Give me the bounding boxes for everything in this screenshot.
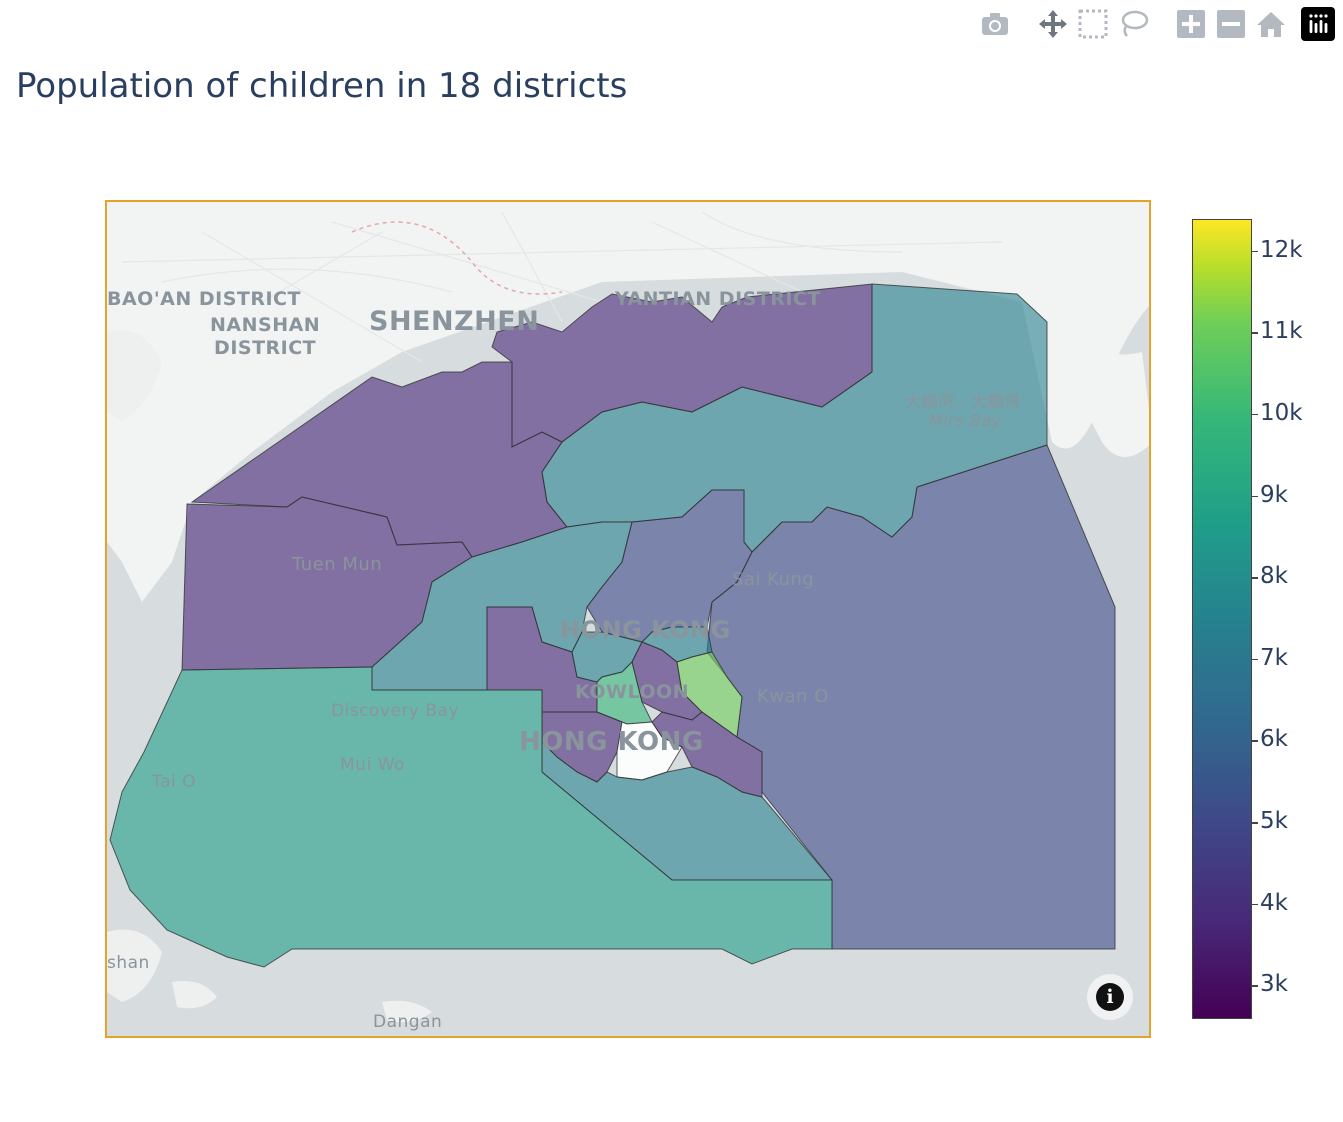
label-mirs-cn: 大鵬湾 · 大鵬灣: [905, 392, 1021, 411]
label-sai-kung: Sai Kung: [732, 569, 815, 590]
home-icon[interactable]: [1251, 6, 1291, 42]
colorbar-tick-mark: [1252, 658, 1258, 661]
label-hong-kong-1: HONG KONG: [560, 616, 731, 644]
colorbar-tick-label: 11k: [1260, 318, 1303, 345]
info-icon: i: [1096, 983, 1124, 1011]
colorbar-tick-label: 6k: [1260, 726, 1288, 753]
chart-title: Population of children in 18 districts: [16, 66, 628, 106]
colorbar-tick-mark: [1252, 985, 1258, 987]
modebar-group-zoom: [1171, 6, 1291, 42]
colorbar-tick-mark: [1252, 822, 1258, 824]
plotly-logo-icon[interactable]: [1301, 7, 1335, 41]
map-frame[interactable]: BAO'AN DISTRICT NANSHAN DISTRICT SHENZHE…: [105, 200, 1151, 1038]
colorbar-tick-label: 12k: [1260, 236, 1303, 263]
label-tai-o: Tai O: [152, 772, 196, 792]
modebar-group-drag: [1033, 6, 1153, 42]
label-nanshan: NANSHAN DISTRICT: [210, 314, 321, 359]
label-shan: shan: [107, 953, 150, 973]
label-hong-kong-2: HONG KONG: [519, 727, 704, 757]
colorbar: [1192, 219, 1252, 1019]
modebar-group-export: [975, 6, 1015, 42]
colorbar-tick-label: 4k: [1260, 889, 1288, 916]
colorbar-tick-mark: [1252, 332, 1258, 334]
label-dangan: Dangan: [373, 1012, 443, 1032]
label-baoan: BAO'AN DISTRICT: [107, 288, 301, 310]
lasso-select-icon[interactable]: [1113, 6, 1153, 42]
label-discovery-bay: Discovery Bay: [331, 701, 460, 721]
colorbar-tick-label: 9k: [1260, 481, 1288, 508]
colorbar-tick-mark: [1252, 250, 1258, 253]
label-yantian: YANTIAN DISTRICT: [615, 288, 821, 310]
label-shenzhen: SHENZHEN: [369, 306, 540, 337]
colorbar-tick-mark: [1252, 740, 1258, 742]
label-mui-wo: Mui Wo: [340, 755, 405, 775]
colorbar-tick-mark: [1252, 495, 1258, 498]
colorbar-tick-label: 10k: [1260, 399, 1303, 426]
colorbar-tick-label: 8k: [1260, 563, 1288, 590]
colorbar-tick-label: 3k: [1260, 971, 1288, 998]
colorbar-tick-mark: [1252, 413, 1258, 416]
box-select-icon[interactable]: [1073, 6, 1113, 42]
modebar: [957, 6, 1335, 42]
camera-icon[interactable]: [975, 6, 1015, 42]
colorbar-tick-label: 7k: [1260, 644, 1288, 671]
label-mirs-bay: Mirs Bay: [929, 411, 1002, 430]
pan-icon[interactable]: [1033, 6, 1073, 42]
label-kowloon: KOWLOON: [575, 681, 690, 703]
map-attribution-button[interactable]: i: [1087, 974, 1133, 1020]
label-tuen-mun: Tuen Mun: [292, 554, 383, 575]
zoom-in-icon[interactable]: [1171, 6, 1211, 42]
colorbar-tick-mark: [1252, 903, 1258, 906]
colorbar-tick-label: 5k: [1260, 808, 1288, 835]
colorbar-tick-mark: [1252, 577, 1258, 579]
zoom-out-icon[interactable]: [1211, 6, 1251, 42]
label-kwan-o: Kwan O: [757, 686, 829, 707]
